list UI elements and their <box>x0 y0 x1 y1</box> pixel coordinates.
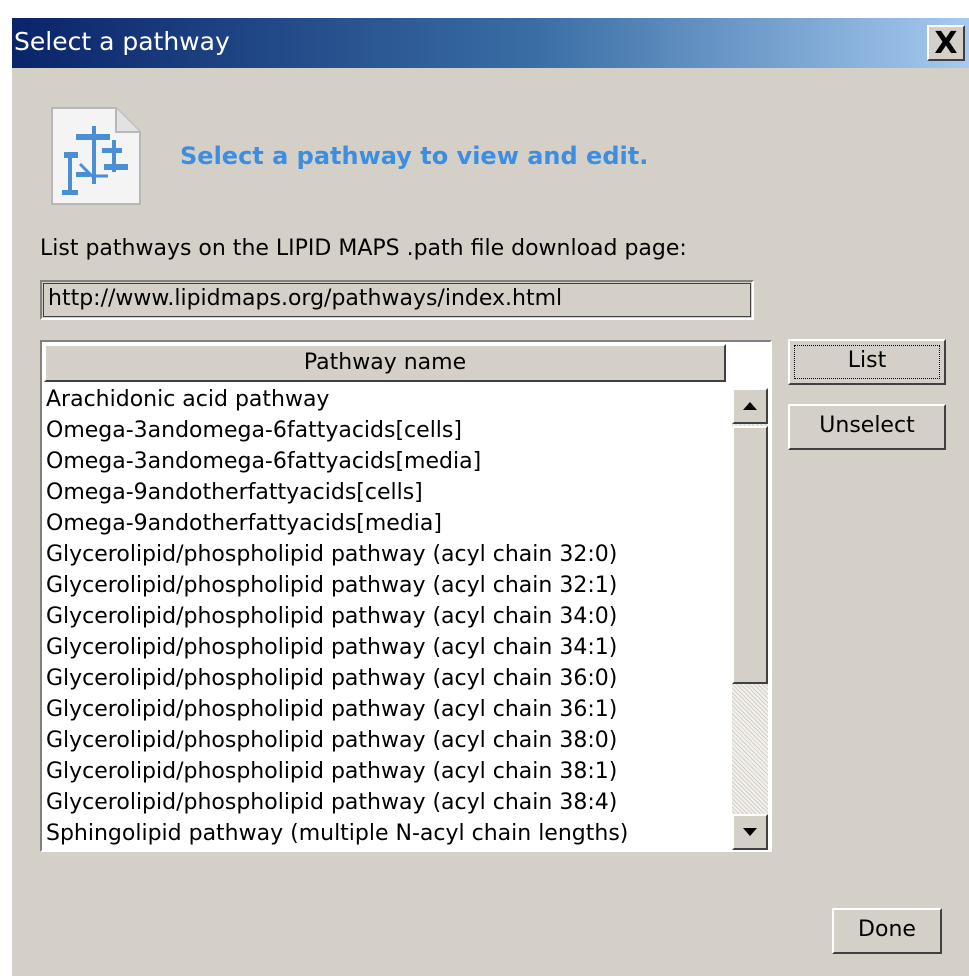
list-item[interactable]: Omega-9andotherfattyacids[cells] <box>46 477 726 508</box>
unselect-button[interactable]: Unselect <box>788 404 946 450</box>
title-bar[interactable]: Select a pathway X <box>12 18 969 68</box>
pathway-list: Arachidonic acid pathway Omega-3andomega… <box>46 384 726 849</box>
column-header-pathway-name[interactable]: Pathway name <box>44 344 726 382</box>
list-item[interactable]: Glycerolipid/phospholipid pathway (acyl … <box>46 787 726 818</box>
close-button[interactable]: X <box>927 25 965 61</box>
list-item[interactable]: Glycerolipid/phospholipid pathway (acyl … <box>46 663 726 694</box>
list-item[interactable]: Glycerolipid/phospholipid pathway (acyl … <box>46 694 726 725</box>
select-pathway-dialog: Select a pathway X Select a pathway to v… <box>12 18 969 976</box>
list-item[interactable]: Glycerolipid/phospholipid pathway (acyl … <box>46 756 726 787</box>
scroll-down-button[interactable] <box>732 814 768 850</box>
list-item[interactable]: Sphingolipid pathway (multiple N-acyl ch… <box>46 818 726 849</box>
list-item[interactable]: Omega-3andomega-6fattyacids[media] <box>46 446 726 477</box>
list-item[interactable]: Glycerolipid/phospholipid pathway (acyl … <box>46 601 726 632</box>
close-icon: X <box>934 25 958 61</box>
list-item[interactable]: Omega-3andomega-6fattyacids[cells] <box>46 415 726 446</box>
list-item[interactable]: Omega-9andotherfattyacids[media] <box>46 508 726 539</box>
dialog-heading: Select a pathway to view and edit. <box>180 142 649 170</box>
source-label: List pathways on the LIPID MAPS .path fi… <box>40 236 687 261</box>
list-item[interactable]: Glycerolipid/phospholipid pathway (acyl … <box>46 725 726 756</box>
scroll-up-button[interactable] <box>732 388 768 424</box>
url-field[interactable]: http://www.lipidmaps.org/pathways/index.… <box>40 280 754 320</box>
list-button[interactable]: List <box>788 339 946 385</box>
unselect-button-label: Unselect <box>819 413 915 438</box>
vertical-scrollbar[interactable] <box>732 388 768 850</box>
done-button-label: Done <box>858 917 916 942</box>
list-item[interactable]: Glycerolipid/phospholipid pathway (acyl … <box>46 570 726 601</box>
list-item[interactable]: Glycerolipid/phospholipid pathway (acyl … <box>46 539 726 570</box>
window-title: Select a pathway <box>14 27 230 56</box>
list-item[interactable]: Arachidonic acid pathway <box>46 384 726 415</box>
arrow-up-icon <box>743 402 757 410</box>
arrow-down-icon <box>743 828 757 836</box>
list-item[interactable]: Glycerolipid/phospholipid pathway (acyl … <box>46 632 726 663</box>
pathway-table: Pathway name Arachidonic acid pathway Om… <box>40 340 772 852</box>
focus-rectangle <box>794 345 940 379</box>
done-button[interactable]: Done <box>832 908 942 954</box>
pathway-document-icon <box>50 106 142 206</box>
scroll-thumb[interactable] <box>732 426 768 684</box>
